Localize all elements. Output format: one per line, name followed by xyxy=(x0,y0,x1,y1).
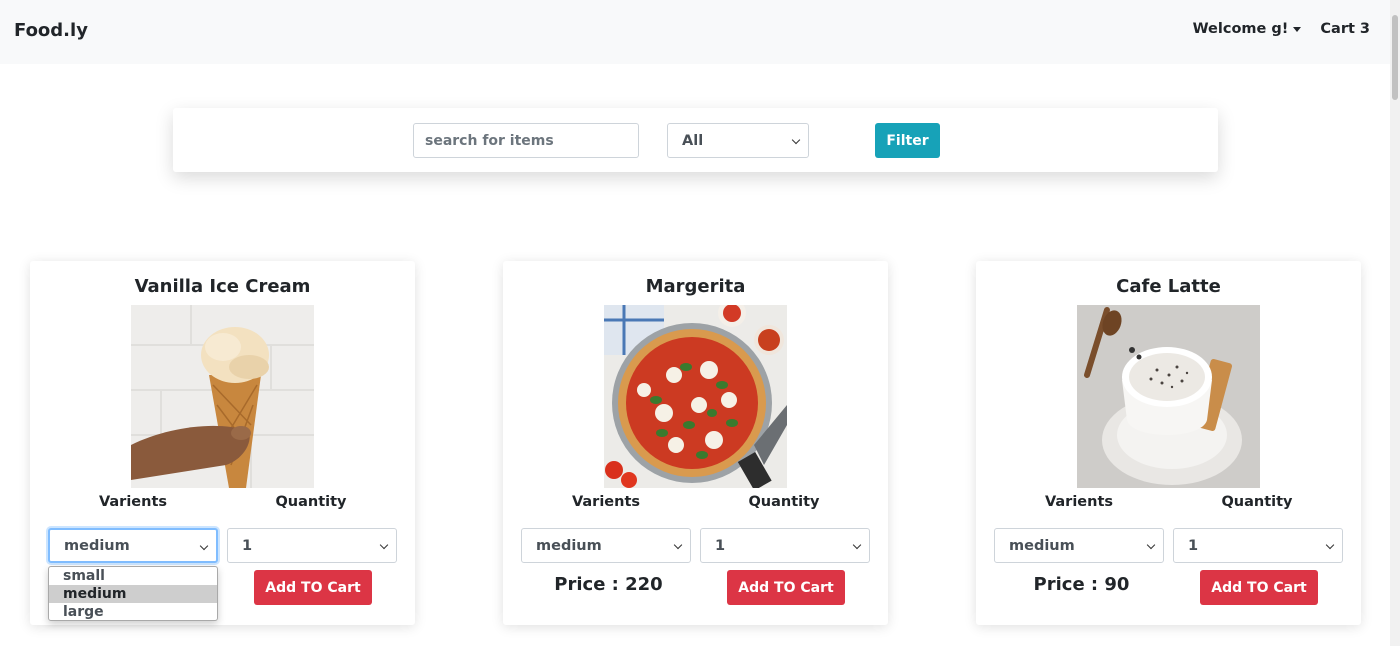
welcome-text: Welcome g! xyxy=(1192,21,1289,37)
chevron-down-icon xyxy=(1146,540,1156,550)
product-price: Price : 90 xyxy=(1033,574,1130,595)
chevron-down-icon xyxy=(791,135,801,145)
quantity-label: Quantity xyxy=(1221,494,1293,510)
cart-label: Cart xyxy=(1320,21,1355,37)
filter-bar: All Filter xyxy=(173,108,1218,172)
user-menu-toggle[interactable]: Welcome g! xyxy=(1193,21,1302,37)
product-image-latte xyxy=(1077,305,1260,488)
variants-label: Varients xyxy=(98,494,168,510)
variant-dropdown-list: small medium large xyxy=(48,566,218,621)
variants-label: Varients xyxy=(1044,494,1114,510)
variant-select[interactable]: medium xyxy=(994,528,1164,563)
search-input[interactable] xyxy=(413,123,639,158)
variant-option-medium[interactable]: medium xyxy=(49,585,217,603)
product-name: Vanilla Ice Cream xyxy=(134,276,311,297)
product-image-ice-cream xyxy=(131,305,314,488)
variant-select[interactable]: medium xyxy=(48,528,218,563)
product-card: Cafe Latte Varients Quantity medium 1 Pr… xyxy=(976,261,1361,625)
variant-select-value: medium xyxy=(1009,537,1075,554)
variant-option-small[interactable]: small xyxy=(49,567,217,585)
chevron-down-icon xyxy=(199,541,209,551)
variant-select-value: medium xyxy=(64,537,130,554)
caret-down-icon xyxy=(1293,26,1302,32)
navbar: Food.ly Welcome g! Cart 3 xyxy=(0,0,1390,64)
add-to-cart-button[interactable]: Add TO Cart xyxy=(727,570,845,605)
category-select[interactable]: All xyxy=(667,123,809,158)
add-to-cart-button[interactable]: Add TO Cart xyxy=(1200,570,1318,605)
quantity-select[interactable]: 1 xyxy=(700,528,870,563)
chevron-down-icon xyxy=(852,540,862,550)
chevron-down-icon xyxy=(673,540,683,550)
variant-select[interactable]: medium xyxy=(521,528,691,563)
nav-right: Welcome g! Cart 3 xyxy=(1193,21,1370,37)
product-image-pizza xyxy=(604,305,787,488)
quantity-select[interactable]: 1 xyxy=(1173,528,1343,563)
quantity-select-value: 1 xyxy=(1188,537,1199,554)
chevron-down-icon xyxy=(379,540,389,550)
variant-option-large[interactable]: large xyxy=(49,603,217,620)
product-price: Price : 220 xyxy=(554,574,663,595)
quantity-select-value: 1 xyxy=(715,537,726,554)
product-card: Margerita Varients Quantity medium 1 Pri… xyxy=(503,261,888,625)
quantity-select[interactable]: 1 xyxy=(227,528,397,563)
variants-label: Varients xyxy=(571,494,641,510)
product-name: Cafe Latte xyxy=(1116,276,1221,297)
variant-select-value: medium xyxy=(536,537,602,554)
category-select-value: All xyxy=(682,132,704,149)
cart-count: 3 xyxy=(1359,21,1370,37)
scrollbar-thumb[interactable] xyxy=(1392,15,1398,100)
cart-link[interactable]: Cart 3 xyxy=(1320,21,1370,37)
add-to-cart-button[interactable]: Add TO Cart xyxy=(254,570,372,605)
page-scrollbar[interactable] xyxy=(1390,0,1400,646)
quantity-label: Quantity xyxy=(748,494,820,510)
chevron-down-icon xyxy=(1325,540,1335,550)
brand-logo[interactable]: Food.ly xyxy=(14,20,88,41)
filter-button[interactable]: Filter xyxy=(875,123,940,158)
quantity-select-value: 1 xyxy=(242,537,253,554)
quantity-label: Quantity xyxy=(275,494,347,510)
product-name: Margerita xyxy=(645,276,746,297)
